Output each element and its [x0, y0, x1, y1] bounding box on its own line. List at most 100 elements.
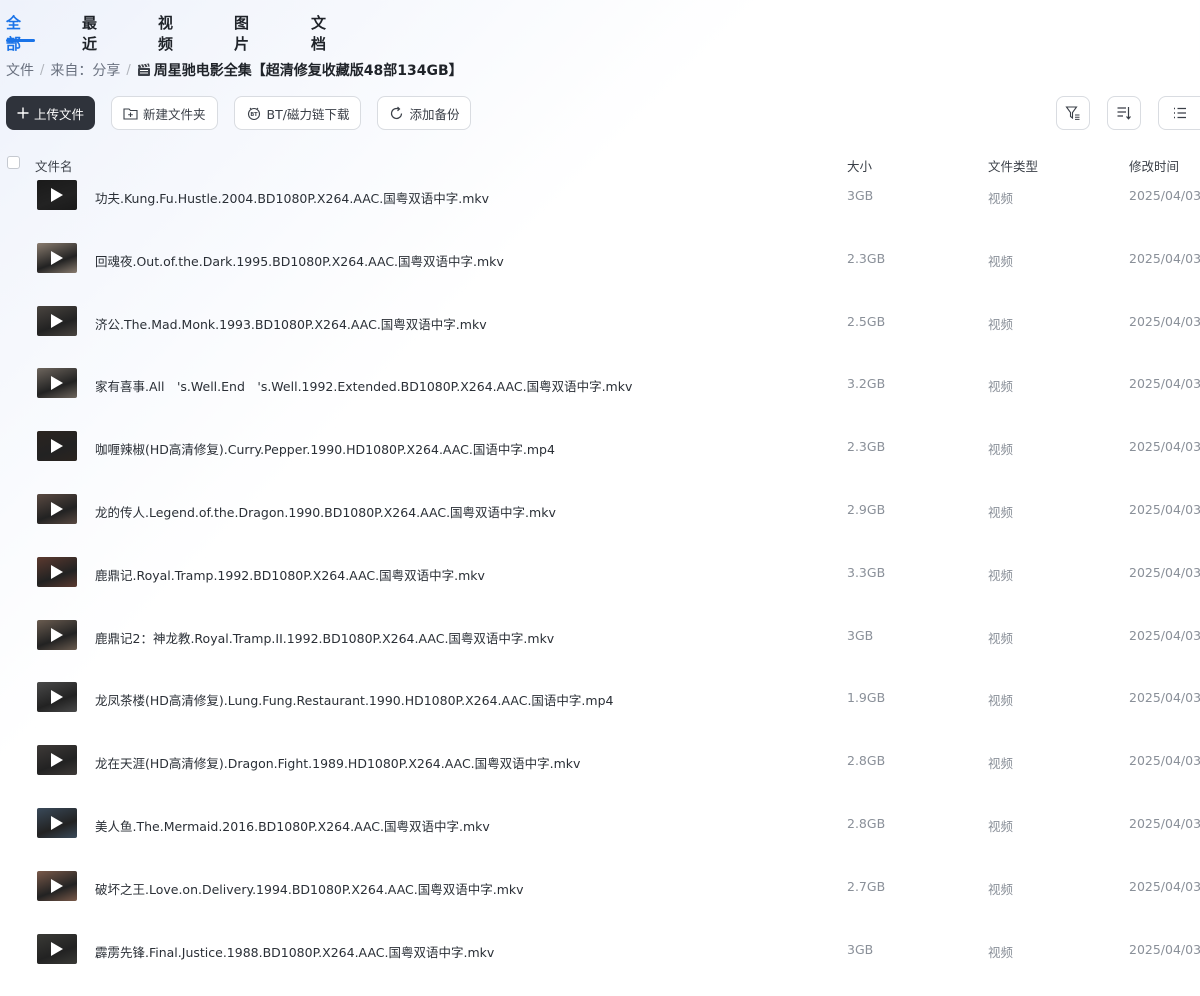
file-type: 视频 [988, 630, 1014, 646]
file-modified: 2025/04/03 [1129, 627, 1200, 643]
table-row[interactable]: 龙在天涯(HD高清修复).Dragon.Fight.1989.HD1080P.X… [0, 730, 1200, 793]
file-modified: 2025/04/03 [1129, 941, 1200, 957]
table-row[interactable]: 鹿鼎记2：神龙教.Royal.Tramp.II.1992.BD1080P.X26… [0, 605, 1200, 668]
file-type: 视频 [988, 693, 1014, 709]
file-name[interactable]: 回魂夜.Out.of.the.Dark.1995.BD1080P.X264.AA… [95, 251, 504, 270]
table-row[interactable]: 咖喱辣椒(HD高清修复).Curry.Pepper.1990.HD1080P.X… [0, 416, 1200, 479]
file-size: 2.8GB [847, 816, 886, 831]
sync-icon [391, 106, 403, 119]
table-row[interactable]: 家有喜事.All 's.Well.End 's.Well.1992.Extend… [0, 353, 1200, 416]
table-row[interactable]: 功夫.Kung.Fu.Hustle.2004.BD1080P.X264.AAC.… [0, 165, 1200, 228]
file-modified: 2025/04/03 [1129, 564, 1200, 580]
breadcrumb-separator: / [40, 62, 45, 78]
plus-icon [17, 107, 29, 119]
file-size: 2.5GB [847, 313, 886, 329]
sort-icon [1117, 107, 1131, 120]
file-type: 视频 [988, 881, 1014, 897]
tab-image[interactable]: 图片 [234, 12, 249, 54]
file-size: 3.2GB [847, 376, 886, 392]
add-backup-button[interactable]: 添加备份 [377, 96, 472, 130]
table-row[interactable]: 龙凤茶楼(HD高清修复).Lung.Fung.Restaurant.1990.H… [0, 667, 1200, 730]
video-thumbnail[interactable] [37, 368, 77, 399]
upload-button[interactable]: 上传文件 [6, 96, 96, 130]
file-name[interactable]: 家有喜事.All 's.Well.End 's.Well.1992.Extend… [95, 376, 632, 395]
video-thumbnail[interactable] [37, 556, 77, 587]
file-modified: 2025/04/03 [1129, 690, 1200, 706]
file-name[interactable]: 美人鱼.The.Mermaid.2016.BD1080P.X264.AAC.国粤… [95, 816, 490, 835]
file-modified: 2025/04/03 [1129, 878, 1200, 894]
file-name[interactable]: 霹雳先锋.Final.Justice.1988.BD1080P.X264.AAC… [95, 942, 494, 961]
file-type: 视频 [988, 567, 1014, 583]
bt-download-button[interactable]: BT BT/磁力链下载 [233, 96, 362, 130]
file-size: 3.3GB [847, 564, 886, 580]
tab-video[interactable]: 视频 [158, 12, 173, 54]
file-size: 3GB [847, 941, 874, 957]
table-row[interactable]: 破坏之王.Love.on.Delivery.1994.BD1080P.X264.… [0, 856, 1200, 919]
table-row[interactable]: 鹿鼎记.Royal.Tramp.1992.BD1080P.X264.AAC.国粤… [0, 542, 1200, 605]
file-name[interactable]: 鹿鼎记.Royal.Tramp.1992.BD1080P.X264.AAC.国粤… [95, 565, 485, 584]
breadcrumb-separator: / [126, 62, 131, 78]
file-modified: 2025/04/03 [1129, 250, 1200, 266]
clapperboard-icon [137, 63, 150, 76]
video-thumbnail[interactable] [37, 808, 77, 838]
file-toolbar: 上传文件 新建文件夹 BT BT/磁力链下载 添加备份 [6, 96, 472, 130]
file-size: 2.3GB [847, 250, 886, 266]
video-thumbnail[interactable] [37, 745, 77, 776]
active-tab-indicator [6, 39, 35, 42]
table-row[interactable]: 霹雳先锋.Final.Justice.1988.BD1080P.X264.AAC… [0, 919, 1200, 982]
tab-document[interactable]: 文档 [311, 12, 326, 54]
file-name[interactable]: 龙在天涯(HD高清修复).Dragon.Fight.1989.HD1080P.X… [95, 753, 580, 772]
table-row[interactable]: 龙的传人.Legend.of.the.Dragon.1990.BD1080P.X… [0, 479, 1200, 542]
file-size: 3GB [847, 627, 874, 643]
play-icon [51, 439, 63, 454]
filter-button[interactable] [1056, 96, 1090, 130]
play-icon [51, 376, 63, 391]
video-thumbnail[interactable] [37, 619, 77, 650]
sort-button[interactable] [1107, 96, 1141, 130]
breadcrumb-current: 周星驰电影全集【超清修复收藏版48部134GB】 [137, 60, 463, 80]
table-row[interactable]: 济公.The.Mad.Monk.1993.BD1080P.X264.AAC.国粤… [0, 291, 1200, 354]
tab-all[interactable]: 全部 [6, 12, 21, 54]
list-view-button[interactable] [1158, 96, 1200, 130]
file-name[interactable]: 咖喱辣椒(HD高清修复).Curry.Pepper.1990.HD1080P.X… [95, 439, 555, 458]
video-thumbnail[interactable] [37, 431, 77, 462]
file-name[interactable]: 功夫.Kung.Fu.Hustle.2004.BD1080P.X264.AAC.… [95, 188, 489, 207]
file-name[interactable]: 鹿鼎记2：神龙教.Royal.Tramp.II.1992.BD1080P.X26… [95, 628, 554, 647]
file-modified: 2025/04/03 [1129, 816, 1200, 831]
file-name[interactable]: 破坏之王.Love.on.Delivery.1994.BD1080P.X264.… [95, 879, 524, 898]
new-folder-button-label: 新建文件夹 [143, 106, 206, 122]
play-icon [51, 564, 63, 579]
video-thumbnail[interactable] [37, 305, 77, 336]
video-thumbnail[interactable] [37, 933, 77, 964]
table-row[interactable]: 回魂夜.Out.of.the.Dark.1995.BD1080P.X264.AA… [0, 228, 1200, 291]
file-name[interactable]: 济公.The.Mad.Monk.1993.BD1080P.X264.AAC.国粤… [95, 314, 487, 333]
file-modified: 2025/04/03 [1129, 753, 1200, 769]
filter-icon [1065, 106, 1080, 120]
new-folder-button[interactable]: 新建文件夹 [111, 96, 218, 130]
file-name[interactable]: 龙的传人.Legend.of.the.Dragon.1990.BD1080P.X… [95, 502, 556, 521]
video-thumbnail[interactable] [37, 242, 77, 273]
table-row[interactable]: 美人鱼.The.Mermaid.2016.BD1080P.X264.AAC.国粤… [0, 793, 1200, 856]
play-icon [51, 627, 63, 642]
file-type: 视频 [988, 253, 1014, 269]
upload-button-label: 上传文件 [34, 106, 85, 122]
play-icon [51, 690, 63, 705]
video-thumbnail[interactable] [37, 870, 77, 901]
play-icon [51, 753, 63, 768]
file-type: 视频 [988, 819, 1014, 834]
breadcrumb-root[interactable]: 文件 [6, 60, 34, 80]
video-thumbnail[interactable] [37, 494, 77, 524]
video-thumbnail[interactable] [37, 180, 77, 210]
file-name[interactable]: 龙凤茶楼(HD高清修复).Lung.Fung.Restaurant.1990.H… [95, 690, 613, 709]
file-type: 视频 [988, 316, 1014, 332]
breadcrumb-share[interactable]: 来自：分享 [50, 60, 120, 80]
bt-magnet-icon: BT [247, 107, 260, 120]
play-icon [51, 816, 63, 830]
file-modified: 2025/04/03 [1129, 502, 1200, 517]
file-size: 2.9GB [847, 502, 886, 517]
file-size: 3GB [847, 188, 874, 203]
video-thumbnail[interactable] [37, 682, 77, 713]
tab-recent[interactable]: 最近 [82, 12, 97, 54]
file-type: 视频 [988, 191, 1014, 206]
file-type: 视频 [988, 442, 1014, 458]
